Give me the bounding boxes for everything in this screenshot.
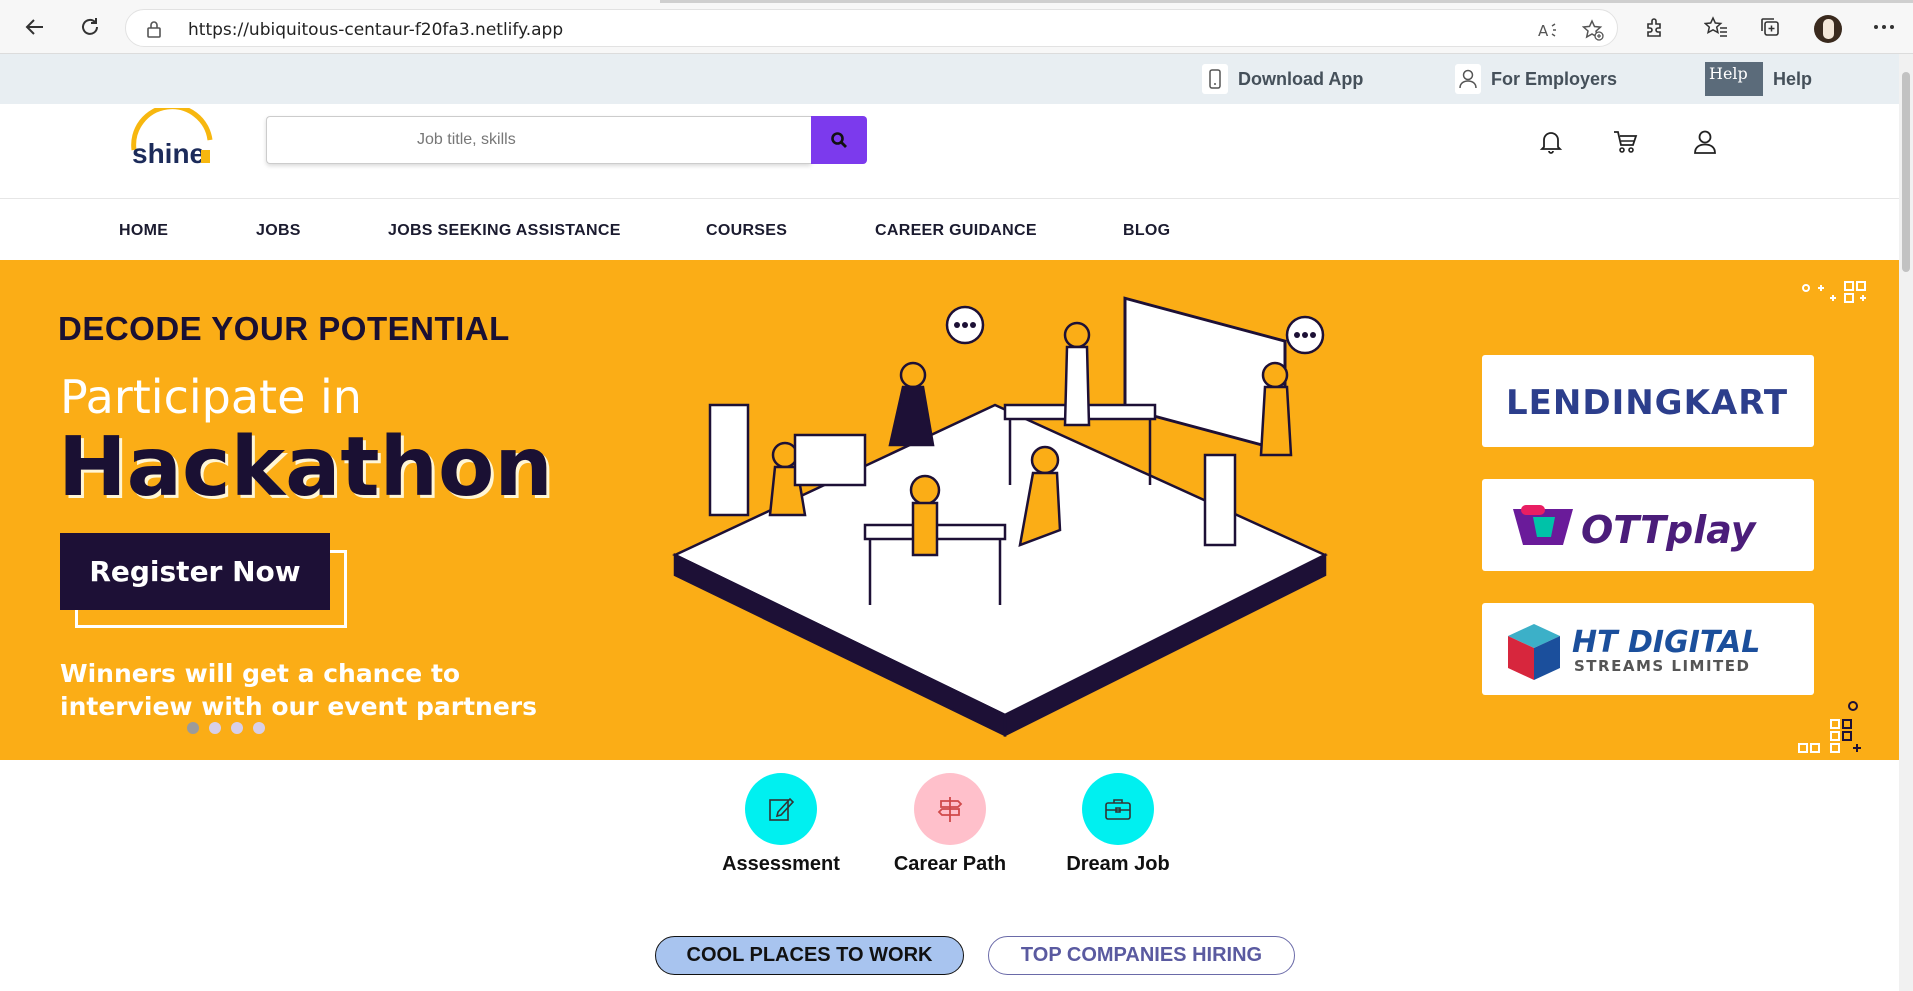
tab-top-companies-hiring[interactable]: TOP COMPANIES HIRING [988, 936, 1295, 975]
carousel-dot[interactable] [187, 722, 199, 734]
help-link[interactable]: Help Help [1705, 54, 1812, 104]
svg-text:shine: shine [132, 138, 205, 169]
nav-jobs[interactable]: JOBS [256, 222, 301, 240]
person-icon [1455, 64, 1481, 94]
carousel-dot[interactable] [209, 722, 221, 734]
site-header: shine [0, 104, 1899, 199]
decor-squares-bottom [1798, 701, 1861, 753]
nav-home[interactable]: HOME [119, 222, 168, 240]
search-button[interactable] [811, 116, 867, 164]
partner-card-ottplay[interactable]: OTTplay [1482, 479, 1814, 571]
browser-toolbar: https://ubiquitous-centaur-f20fa3.netlif… [0, 0, 1913, 54]
shine-logo[interactable]: shine [130, 104, 214, 172]
download-app-link[interactable]: Download App [1202, 54, 1363, 104]
signpost-icon[interactable] [914, 773, 986, 845]
address-bar[interactable]: https://ubiquitous-centaur-f20fa3.netlif… [125, 9, 1618, 47]
banner-footer-line1: Winners will get a chance to [60, 659, 461, 688]
download-app-label[interactable]: Download App [1238, 69, 1363, 90]
decor-squares-top [1802, 281, 1866, 303]
profile-avatar[interactable] [1814, 15, 1842, 43]
quick-action-assessment[interactable]: Assessment [706, 773, 856, 876]
lendingkart-logo: LENDINGKART [1506, 383, 1788, 423]
carear-path-label[interactable]: Carear Path [875, 853, 1025, 876]
carousel-dot[interactable] [231, 722, 243, 734]
office-illustration [672, 296, 1328, 738]
svg-text:LENDINGKART: LENDINGKART [1506, 383, 1788, 423]
phone-icon [1202, 64, 1228, 94]
favorites-icon[interactable] [1701, 12, 1731, 42]
briefcase-icon[interactable] [1082, 773, 1154, 845]
ht-digital-logo: HT DIGITAL STREAMS LIMITED [1508, 624, 1760, 680]
back-icon[interactable] [20, 12, 50, 42]
partner-card-ht-digital[interactable]: HT DIGITAL STREAMS LIMITED [1482, 603, 1814, 695]
tab-cool-places-to-work[interactable]: COOL PLACES TO WORK [655, 936, 964, 975]
nav-job-seeking-assistance[interactable]: JOBS SEEKING ASSISTANCE [388, 222, 621, 240]
banner-footer-line2: interview with our event partners [60, 692, 538, 721]
svg-text:STREAMS LIMITED: STREAMS LIMITED [1574, 657, 1750, 675]
svg-text:HT DIGITAL: HT DIGITAL [1572, 625, 1760, 660]
reload-icon[interactable] [75, 12, 105, 42]
quick-action-carear-path[interactable]: Carear Path [875, 773, 1025, 876]
add-favorite-icon[interactable] [1581, 18, 1605, 42]
edit-icon[interactable] [745, 773, 817, 845]
carousel-dot[interactable] [253, 722, 265, 734]
for-employers-link[interactable]: For Employers [1455, 54, 1617, 104]
carousel-dots [187, 722, 265, 734]
extensions-icon[interactable] [1640, 12, 1670, 42]
assessment-label[interactable]: Assessment [706, 853, 856, 876]
banner-subtitle: Participate in [60, 370, 362, 424]
for-employers-label[interactable]: For Employers [1491, 69, 1617, 90]
lock-icon[interactable] [146, 20, 162, 43]
read-aloud-icon[interactable]: A [1536, 18, 1560, 42]
dream-job-label[interactable]: Dream Job [1043, 853, 1193, 876]
banner-footer: Winners will get a chance to interview w… [60, 657, 620, 723]
banner-eyebrow: DECODE YOUR POTENTIAL [58, 310, 510, 347]
banner-title: Hackathon [58, 420, 553, 515]
collections-icon[interactable] [1755, 12, 1785, 42]
page-scrollbar[interactable] [1899, 54, 1913, 991]
cart-icon[interactable] [1609, 126, 1641, 158]
quick-action-dream-job[interactable]: Dream Job [1043, 773, 1193, 876]
tab-strip-edge [660, 0, 1913, 3]
job-search-field[interactable] [266, 116, 811, 164]
url-text[interactable]: https://ubiquitous-centaur-f20fa3.netlif… [188, 20, 563, 40]
svg-text:A: A [1538, 22, 1549, 40]
help-broken-image: Help [1705, 62, 1763, 96]
user-icon[interactable] [1689, 126, 1721, 158]
bell-icon[interactable] [1535, 126, 1567, 158]
scrollbar-thumb[interactable] [1902, 72, 1910, 272]
utility-bar: Download App For Employers Help Help [0, 54, 1899, 104]
search-icon [831, 132, 847, 148]
svg-text:OTTplay: OTTplay [1581, 508, 1758, 552]
main-nav: HOME JOBS JOBS SEEKING ASSISTANCE COURSE… [0, 200, 1899, 260]
job-search-input[interactable] [267, 117, 811, 163]
more-icon[interactable] [1869, 12, 1899, 42]
hackathon-banner[interactable]: DECODE YOUR POTENTIAL Participate in Hac… [0, 260, 1899, 760]
ottplay-logo: OTTplay [1513, 505, 1758, 552]
register-now-button[interactable]: Register Now [60, 533, 330, 610]
nav-career-guidance[interactable]: CAREER GUIDANCE [875, 222, 1037, 240]
nav-courses[interactable]: COURSES [706, 222, 787, 240]
partner-card-lendingkart[interactable]: LENDINGKART [1482, 355, 1814, 447]
help-label[interactable]: Help [1773, 69, 1812, 90]
nav-blog[interactable]: BLOG [1123, 222, 1170, 240]
